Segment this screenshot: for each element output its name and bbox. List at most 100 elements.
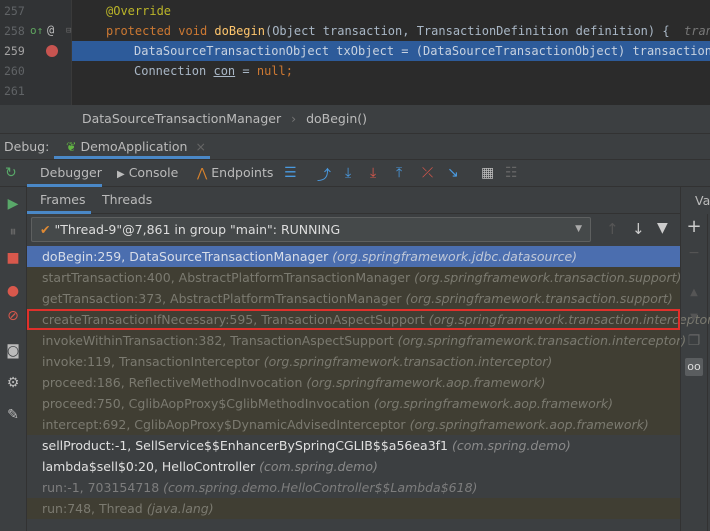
frame-item[interactable]: invoke:119, TransactionInterceptor (org.… [27,351,680,372]
variables-label: Var [695,193,710,208]
step-over-icon[interactable]: ⤓ [345,165,351,181]
frame-item[interactable]: run:748, Thread (java.lang) [27,498,680,519]
thread-select[interactable]: ✔ "Thread-9"@7,861 in group "main": RUNN… [31,217,591,242]
breadcrumb-method[interactable]: doBegin() [306,111,367,126]
frame-method: transac [684,24,710,38]
camera-icon[interactable]: ◙ [4,342,22,360]
settings-icon[interactable]: ⚙ [4,374,22,392]
frame-method: run:-1, 703154718 [42,480,160,495]
move-up-icon[interactable]: ▲ [685,284,703,302]
frame-item[interactable]: getTransaction:373, AbstractPlatformTran… [27,288,680,309]
previous-frame-icon[interactable]: ↑ [606,220,619,238]
frame-method: "Thread-9"@7,861 in group "main": RUNNIN… [54,222,341,237]
frame-method: void [178,24,208,38]
close-icon[interactable]: × [195,139,205,154]
code-line: protected void doBegin(Object transactio… [106,21,710,41]
frame-method: @Override [106,4,172,18]
frame-method: invokeWithinTransaction:382, Transaction… [42,333,394,348]
override-icon[interactable]: o↑ [30,24,43,37]
variables-panel: Var + − ▲ ▼ ❐ oo [680,187,710,531]
annotation-icon: @ [47,23,55,37]
frame-item[interactable]: startTransaction:400, AbstractPlatformTr… [27,267,682,288]
breadcrumb: DataSourceTransactionManager › doBegin() [0,105,710,133]
frame-item[interactable]: sellProduct:-1, SellService$$EnhancerByS… [27,435,680,456]
chevron-right-icon: › [291,111,297,126]
frame-method: doBegin [214,24,265,38]
frame-item[interactable]: proceed:750, CglibAopProxy$CglibMethodIn… [27,393,680,414]
tab-frames[interactable]: Frames [27,187,91,214]
layout-menu-icon[interactable]: ☰ [284,165,297,181]
tab-demo-application[interactable]: ❦ DemoApplication × [54,134,210,159]
pin-icon[interactable]: ✎ [4,406,22,424]
frame-package: (org.springframework.aop.framework) [409,417,649,432]
pause-icon[interactable]: ⏸ [4,223,22,241]
frame-method: = [235,64,257,78]
check-icon: ✔ [40,222,51,237]
console-icon: ▶ [117,169,125,180]
tab-console[interactable]: ▶ Console [117,160,178,188]
glasses-icon[interactable]: oo [685,358,703,376]
run-to-cursor-icon[interactable]: ↘ [447,165,459,181]
frame-method: startTransaction:400, AbstractPlatformTr… [42,270,411,285]
frame-method: Connection [134,64,214,78]
copy-icon[interactable]: ❐ [685,332,703,350]
breadcrumb-class[interactable]: DataSourceTransactionManager [82,111,281,126]
step-out-icon[interactable]: ⤒ [396,165,402,181]
force-step-into-icon[interactable]: ⤓ [370,165,376,181]
remove-watch-icon[interactable]: − [685,244,703,262]
filter-icon[interactable]: ▼ [657,220,668,236]
frame-item-highlighted[interactable]: createTransactionIfNecessary:595, Transa… [27,309,710,330]
tab-debugger[interactable]: Debugger [27,160,102,187]
code-line: DataSourceTransactionObject txObject = (… [134,44,710,58]
debug-label: Debug: [4,139,50,154]
frame-method: doBegin:259, DataSourceTransactionManage… [42,249,329,264]
tab-threads[interactable]: Threads [102,187,152,214]
frame-method: ; [285,64,293,78]
evaluate-expression-icon[interactable]: ▦ [481,165,494,181]
line-number: 261 [4,84,25,98]
frame-item[interactable]: run:-1, 703154718 (com.spring.demo.Hello… [27,477,680,498]
frame-method: invoke:119, TransactionInterceptor [42,354,260,369]
frame-item[interactable]: doBegin:259, DataSourceTransactionManage… [27,246,680,267]
frames-threads-tabs: Frames Threads [27,187,680,214]
frame-package: (com.spring.demo.HelloController$$Lambda… [163,480,478,495]
debug-tab-bar: Debug: ❦ DemoApplication × [0,133,710,159]
frame-item[interactable]: lambda$sell$0:20, HelloController (com.s… [27,456,680,477]
move-down-icon[interactable]: ▼ [685,309,703,327]
debug-toolbar: ↻ Debugger ▶ Console ⋀ Endpoints ☰ ⤴ ⤓ ⤓… [0,159,710,187]
next-frame-icon[interactable]: ↓ [632,220,645,238]
frame-item[interactable]: invokeWithinTransaction:382, Transaction… [27,330,686,351]
frame-package: (org.springframework.transaction.interce… [428,312,710,327]
line-number: 258 [4,24,25,38]
frame-item[interactable]: proceed:186, ReflectiveMethodInvocation … [27,372,680,393]
frame-method: null [256,64,286,78]
frame-method: DemoApplication [80,139,188,154]
frame-method: lambda$sell$0:20, HelloController [42,459,256,474]
code-line: @Override [106,1,171,21]
breakpoint-icon[interactable] [46,45,58,57]
gutter[interactable]: 257 258 259 260 261 o↑ @ ⊟ [0,0,72,105]
resume-icon[interactable]: ▶ [4,195,22,213]
rerun-icon[interactable]: ↻ [5,165,17,181]
code-editor[interactable]: 257 258 259 260 261 o↑ @ ⊟ @Override pro… [0,0,710,105]
frame-method: Endpoints [211,165,274,180]
mute-breakpoints-icon[interactable]: ⊘ [4,307,22,325]
line-number: 259 [4,44,25,58]
frame-package: (org.springframework.transaction.interce… [263,354,553,369]
stop-icon[interactable]: ■ [4,249,22,267]
show-execution-point-icon[interactable]: ⤴ [317,165,331,185]
frame-method: Console [128,165,179,180]
frame-method: run:748, Thread [42,501,143,516]
add-watch-icon[interactable]: + [685,218,703,236]
fold-icon[interactable]: ⊟ [66,26,71,36]
frame-item[interactable]: intercept:692, CglibAopProxy$DynamicAdvi… [27,414,680,435]
line-number: 260 [4,64,25,78]
tab-endpoints[interactable]: ⋀ Endpoints [197,160,273,186]
view-breakpoints-icon[interactable]: ● [4,282,22,300]
frame-package: (org.springframework.transaction.support… [414,270,682,285]
trace-icon[interactable]: ☷ [505,165,518,181]
debug-side-toolbar: ▶ ⏸ ■ ● ⊘ ◙ ⚙ ✎ [0,187,27,531]
frame-package: (java.lang) [146,501,214,516]
drop-frame-icon[interactable]: ⤫ [422,165,433,181]
frame-package: (org.springframework.transaction.support… [405,291,673,306]
